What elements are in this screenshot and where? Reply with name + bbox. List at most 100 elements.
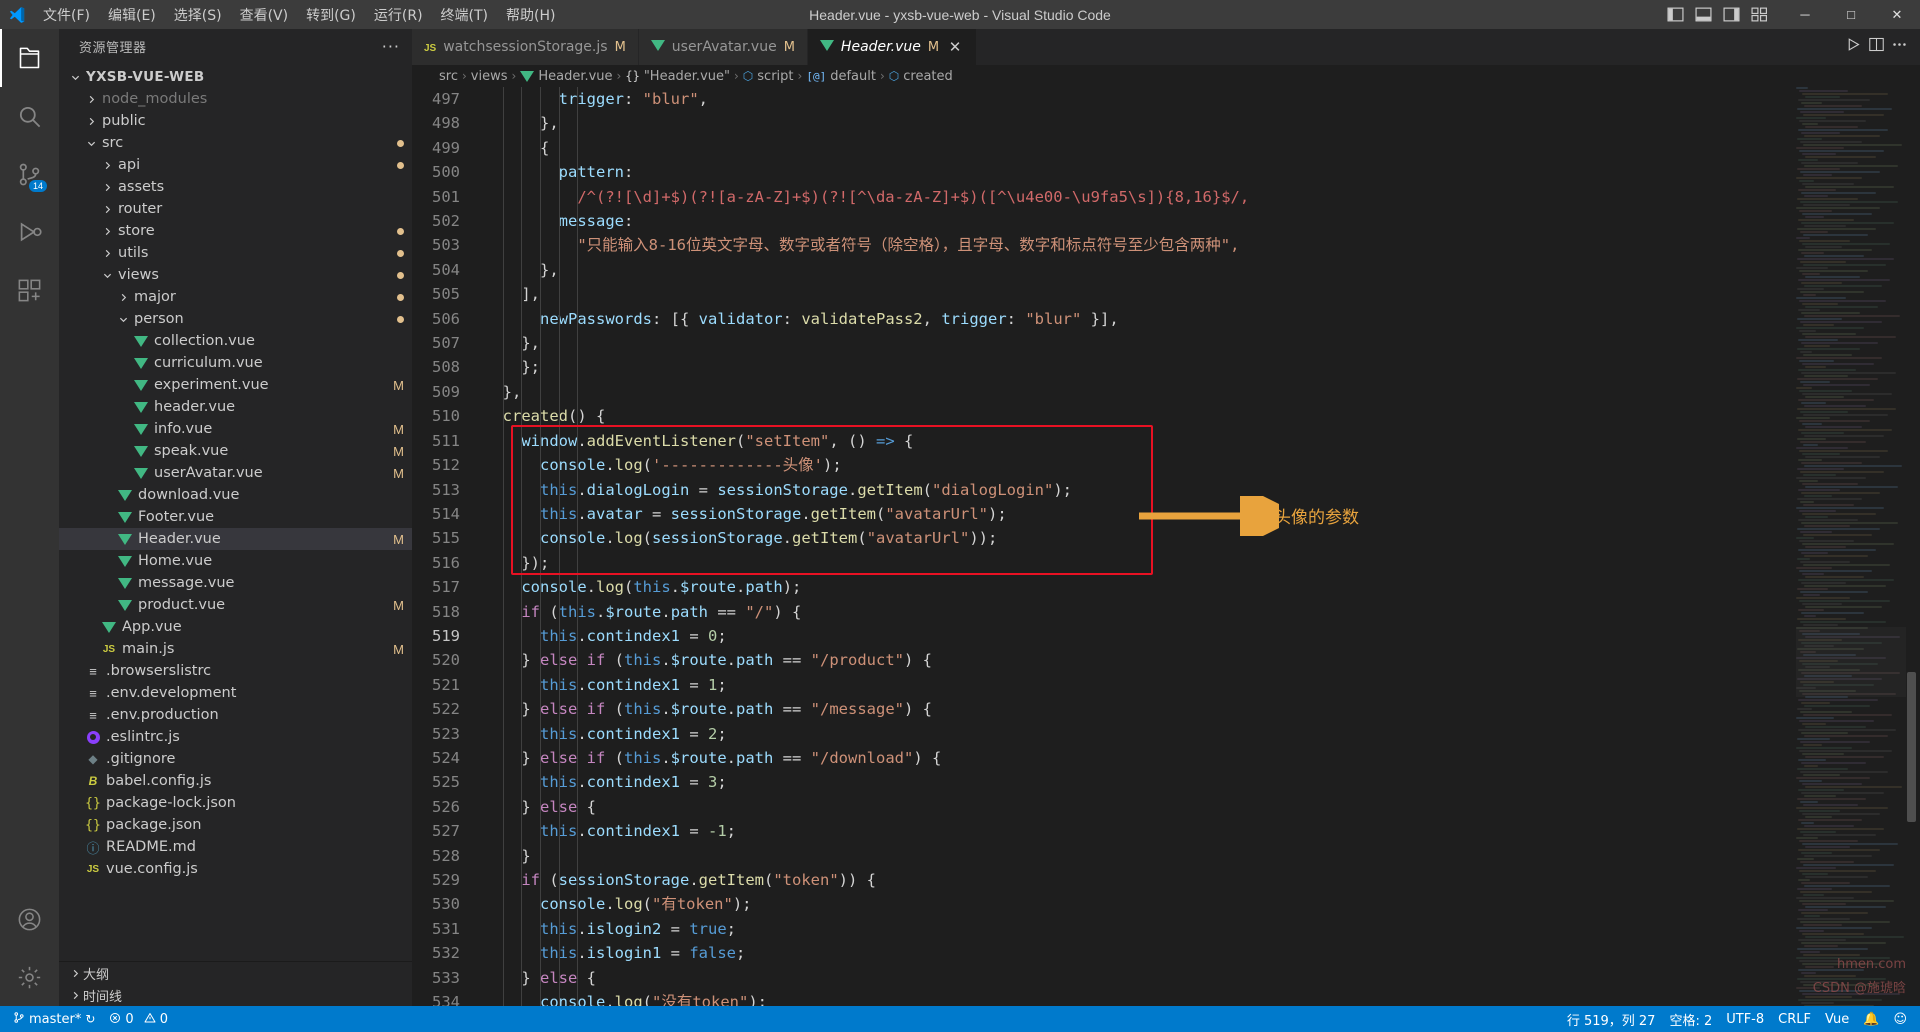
layout-controls[interactable] <box>1662 4 1782 26</box>
editor-tab-useravatar.vue[interactable]: userAvatar.vueM <box>639 29 808 65</box>
tree-item-main.js[interactable]: JSmain.jsM <box>59 638 412 660</box>
activity-bar[interactable]: 14 <box>0 29 59 1006</box>
code-line[interactable]: this.contindex1 = -1; <box>484 822 736 840</box>
code-line[interactable]: this.contindex1 = 1; <box>484 676 727 694</box>
code-line[interactable]: this.contindex1 = 3; <box>484 773 727 791</box>
code-line[interactable]: } else if (this.$route.path == "/message… <box>484 700 932 718</box>
tab-close-icon[interactable]: ✕ <box>946 38 964 56</box>
tree-item-readme.md[interactable]: ⓘREADME.md <box>59 836 412 858</box>
menu-file[interactable]: 文件(F) <box>34 2 99 28</box>
code-line[interactable]: "只能输入8-16位英文字母、数字或者符号（除空格），且字母、数字和标点符号至少… <box>484 236 1239 254</box>
breadcrumb-item-views[interactable]: views <box>471 69 508 84</box>
menu-help[interactable]: 帮助(H) <box>497 2 564 28</box>
code-line[interactable]: if (sessionStorage.getItem("token")) { <box>484 871 876 889</box>
code-line[interactable]: } else if (this.$route.path == "/downloa… <box>484 749 941 767</box>
tree-item-utils[interactable]: utils <box>59 242 412 264</box>
tree-item-person[interactable]: person <box>59 308 412 330</box>
tree-item-api[interactable]: api <box>59 154 412 176</box>
tree-item-info.vue[interactable]: info.vueM <box>59 418 412 440</box>
editor-tab-watchsessionstorage.js[interactable]: JSwatchsessionStorage.jsM <box>412 29 639 65</box>
code-line[interactable]: message: <box>484 212 633 230</box>
split-editor-icon[interactable] <box>1868 36 1885 58</box>
code-line[interactable]: }, <box>484 114 559 132</box>
code-line[interactable]: this.islogin1 = false; <box>484 944 745 962</box>
code-line[interactable]: trigger: "blur", <box>484 90 708 108</box>
tree-item-views[interactable]: views <box>59 264 412 286</box>
code-line[interactable]: }, <box>484 334 540 352</box>
code-line[interactable]: console.log("有token"); <box>484 895 752 913</box>
menu-run[interactable]: 运行(R) <box>365 2 432 28</box>
code-line[interactable]: this.islogin2 = true; <box>484 920 736 938</box>
code-line[interactable]: console.log("没有token"); <box>484 993 767 1006</box>
outline-section[interactable]: 大纲 <box>59 962 412 984</box>
code-line[interactable]: this.dialogLogin = sessionStorage.getIte… <box>484 481 1072 499</box>
breadcrumb-item-header.vue[interactable]: {}"Header.vue" <box>625 69 730 84</box>
breadcrumb-item-src[interactable]: src <box>439 69 458 84</box>
breadcrumb-item-script[interactable]: ⬡script <box>743 69 794 84</box>
tree-item-product.vue[interactable]: product.vueM <box>59 594 412 616</box>
code-content[interactable]: trigger: "blur", }, { pattern: /^(?![\d]… <box>484 87 1920 1006</box>
tree-item-src[interactable]: src <box>59 132 412 154</box>
tree-item-download.vue[interactable]: download.vue <box>59 484 412 506</box>
menu-terminal[interactable]: 终端(T) <box>432 2 497 28</box>
code-line[interactable]: { <box>484 139 549 157</box>
status-feedback-icon[interactable]: ☺ <box>1886 1006 1914 1032</box>
code-line[interactable]: if (this.$route.path == "/") { <box>484 603 801 621</box>
minimap[interactable] <box>1796 87 1906 1006</box>
code-line[interactable]: window.addEventListener("setItem", () =>… <box>484 432 913 450</box>
status-cursor-position[interactable]: 行 519，列 27 <box>1560 1006 1663 1032</box>
tree-item-.eslintrc.js[interactable]: .eslintrc.js <box>59 726 412 748</box>
tree-item-.browserslistrc[interactable]: ≡.browserslistrc <box>59 660 412 682</box>
tree-item-footer.vue[interactable]: Footer.vue <box>59 506 412 528</box>
tree-item-message.vue[interactable]: message.vue <box>59 572 412 594</box>
toggle-primary-sidebar-icon[interactable] <box>1662 4 1688 26</box>
timeline-section[interactable]: 时间线 <box>59 984 412 1006</box>
code-line[interactable]: }, <box>484 383 521 401</box>
minimize-button[interactable]: ─ <box>1782 0 1828 29</box>
tree-item-babel.config.js[interactable]: Bbabel.config.js <box>59 770 412 792</box>
status-indentation[interactable]: 空格: 2 <box>1662 1006 1719 1032</box>
tree-item-.gitignore[interactable]: ◆.gitignore <box>59 748 412 770</box>
close-button[interactable]: ✕ <box>1874 0 1920 29</box>
menu-view[interactable]: 查看(V) <box>231 2 298 28</box>
tree-item-yxsb-vue-web[interactable]: YXSB-VUE-WEB <box>59 66 412 88</box>
source-code[interactable]: trigger: "blur", }, { pattern: /^(?![\d]… <box>484 87 1920 1006</box>
breadcrumb-item-default[interactable]: [@]default <box>806 69 876 84</box>
toggle-secondary-sidebar-icon[interactable] <box>1718 4 1744 26</box>
settings-gear-icon[interactable] <box>0 948 59 1006</box>
code-line[interactable]: created() { <box>484 407 605 425</box>
code-content-wrapper[interactable]: trigger: "blur", }, { pattern: /^(?![\d]… <box>484 87 1920 1006</box>
sidebar-more-actions-icon[interactable]: ··· <box>382 37 400 56</box>
tree-item-public[interactable]: public <box>59 110 412 132</box>
file-tree[interactable]: YXSB-VUE-WEBnode_modulespublicsrcapiasse… <box>59 64 412 961</box>
tree-item-store[interactable]: store <box>59 220 412 242</box>
accounts-icon[interactable] <box>0 890 59 948</box>
tree-item-useravatar.vue[interactable]: userAvatar.vueM <box>59 462 412 484</box>
menu-bar[interactable]: 文件(F) 编辑(E) 选择(S) 查看(V) 转到(G) 运行(R) 终端(T… <box>34 2 564 28</box>
status-branch[interactable]: master* ↻ <box>6 1006 102 1032</box>
tree-item-vue.config.js[interactable]: JSvue.config.js <box>59 858 412 880</box>
customize-layout-icon[interactable] <box>1746 4 1772 26</box>
tree-item-.env.development[interactable]: ≡.env.development <box>59 682 412 704</box>
tree-item-package.json[interactable]: {}package.json <box>59 814 412 836</box>
tree-item-node-modules[interactable]: node_modules <box>59 88 412 110</box>
code-line[interactable]: newPasswords: [{ validator: validatePass… <box>484 310 1119 328</box>
menu-goto[interactable]: 转到(G) <box>297 2 365 28</box>
breadcrumb-item-header.vue[interactable]: Header.vue <box>520 69 612 84</box>
code-line[interactable]: } else { <box>484 798 596 816</box>
editor-scrollbar[interactable] <box>1907 672 1916 822</box>
breadcrumb-item-created[interactable]: ⬡created <box>889 69 953 84</box>
status-bar[interactable]: master* ↻ 0 0 行 519，列 27 空格: 2 UTF-8 CRL… <box>0 1006 1920 1032</box>
code-line[interactable]: } else if (this.$route.path == "/product… <box>484 651 932 669</box>
code-line[interactable]: console.log(sessionStorage.getItem("avat… <box>484 529 997 547</box>
tree-item-header.vue[interactable]: Header.vueM <box>59 528 412 550</box>
tree-item-app.vue[interactable]: App.vue <box>59 616 412 638</box>
status-eol[interactable]: CRLF <box>1771 1006 1818 1032</box>
code-line[interactable]: }, <box>484 261 559 279</box>
code-line[interactable]: }); <box>484 554 549 572</box>
run-debug-icon[interactable] <box>0 203 59 261</box>
code-line[interactable]: pattern: <box>484 163 633 181</box>
source-control-icon[interactable]: 14 <box>0 145 59 203</box>
code-line[interactable]: console.log(this.$route.path); <box>484 578 801 596</box>
editor-tab-header.vue[interactable]: Header.vueM✕ <box>808 29 977 65</box>
